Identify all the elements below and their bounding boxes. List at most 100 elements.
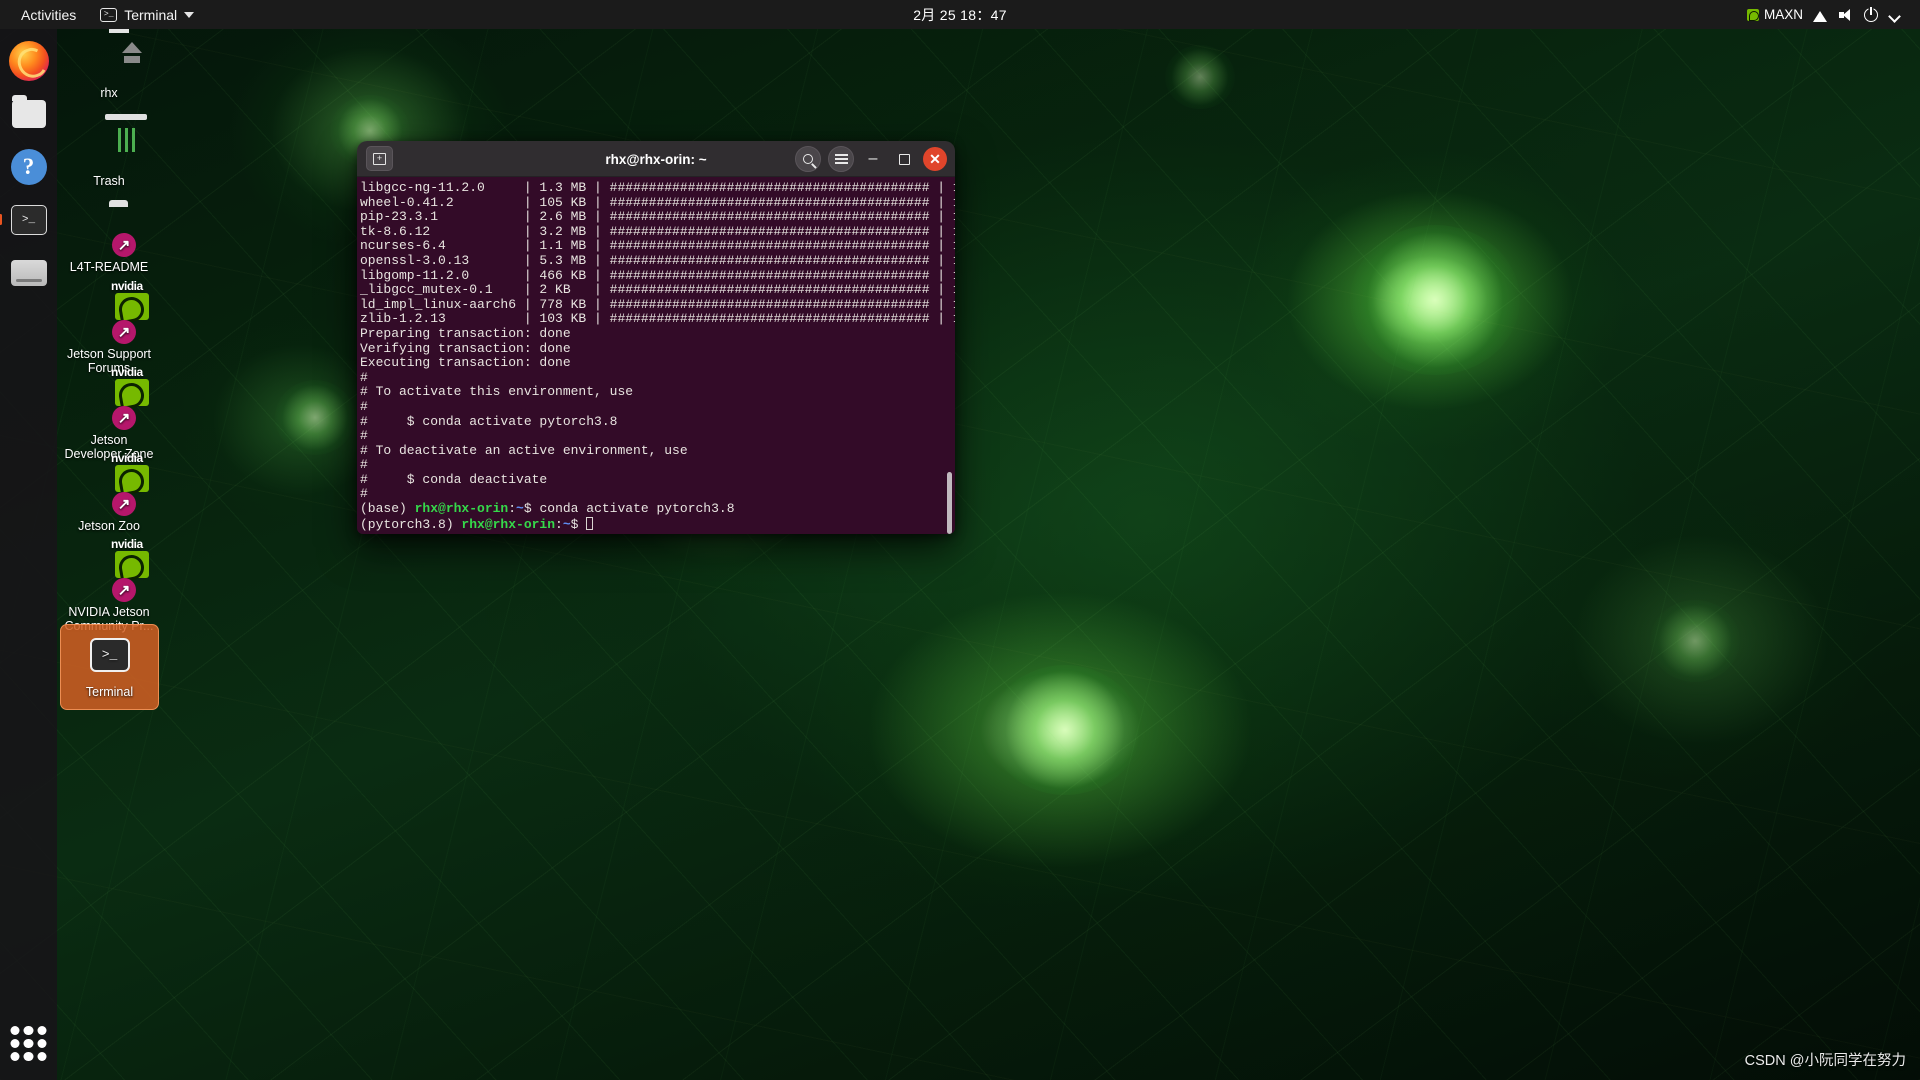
prompt-env: (base) bbox=[360, 501, 415, 517]
desktop-icon-jetson-support-forums[interactable]: nvidia ↗ Jetson Support Forums bbox=[59, 279, 159, 380]
hamburger-menu-icon bbox=[834, 154, 848, 164]
terminal-package-line: tk-8.6.12 | 3.2 MB | ###################… bbox=[360, 223, 955, 239]
terminal-output-line: Executing transaction: done bbox=[360, 355, 571, 371]
terminal-package-line: wheel-0.41.2 | 105 KB | ################… bbox=[360, 194, 955, 210]
desktop-icon-label: Terminal bbox=[85, 685, 134, 699]
terminal-output-line: # To activate this environment, use bbox=[360, 384, 634, 400]
firefox-icon bbox=[8, 40, 49, 81]
external-link-badge-icon: ↗ bbox=[112, 406, 136, 430]
dock-item-help[interactable]: ? bbox=[6, 144, 51, 189]
prompt-env: (pytorch3.8) bbox=[360, 516, 462, 532]
trash-icon bbox=[85, 120, 133, 168]
external-link-badge-icon: ↗ bbox=[112, 578, 136, 602]
terminal-search-button[interactable] bbox=[795, 146, 821, 172]
terminal-title-label: rhx@rhx-orin: ~ bbox=[605, 151, 707, 167]
minimize-icon: ‒ bbox=[868, 150, 878, 167]
desktop-screen: Activities >_ Terminal 2月 25 18：47 MAXN bbox=[0, 0, 1920, 1080]
prompt-dollar: $ bbox=[570, 516, 587, 532]
folder-link-icon: ↗ bbox=[85, 206, 136, 257]
show-applications-button[interactable] bbox=[6, 1021, 51, 1066]
nvidia-link-icon: nvidia ↗ bbox=[85, 365, 149, 430]
external-link-badge-icon: ↗ bbox=[112, 233, 136, 257]
terminal-text-content: libgcc-ng-11.2.0 | 1.3 MB | ############… bbox=[360, 180, 955, 533]
activities-label: Activities bbox=[21, 6, 77, 23]
desktop-icon-label: rhx bbox=[100, 86, 118, 100]
dock-item-files[interactable] bbox=[6, 91, 51, 136]
wallpaper-glow bbox=[1165, 45, 1235, 109]
window-maximize-button[interactable] bbox=[892, 147, 916, 171]
power-mode-indicator[interactable]: MAXN bbox=[1746, 7, 1803, 22]
terminal-icon: >_ bbox=[10, 204, 47, 235]
terminal-output-area[interactable]: libgcc-ng-11.2.0 | 1.3 MB | ############… bbox=[357, 177, 955, 534]
window-minimize-button[interactable]: ‒ bbox=[861, 147, 885, 171]
prompt-colon: : bbox=[508, 501, 517, 517]
terminal-launcher-icon: >_ bbox=[86, 631, 134, 679]
dock-item-terminal[interactable]: >_ bbox=[0, 197, 51, 242]
prompt-dollar: $ bbox=[523, 501, 540, 517]
wallpaper-glow bbox=[1350, 225, 1520, 375]
desktop-icon-l4t-readme[interactable]: ↗ L4T-README bbox=[59, 200, 159, 279]
desktop-icon-jetson-zoo[interactable]: nvidia ↗ Jetson Zoo bbox=[59, 451, 159, 538]
wallpaper-glow bbox=[990, 665, 1140, 795]
app-menu-button[interactable]: >_ Terminal bbox=[91, 4, 203, 26]
grid-icon bbox=[10, 1025, 47, 1062]
desktop-icon-label: Trash bbox=[93, 174, 125, 188]
terminal-titlebar[interactable]: + rhx@rhx-orin: ~ ‒ ✕ bbox=[357, 141, 955, 177]
nvidia-link-icon: nvidia ↗ bbox=[85, 537, 149, 602]
network-icon[interactable] bbox=[1812, 7, 1829, 23]
terminal-package-line: libgcc-ng-11.2.0 | 1.3 MB | ############… bbox=[360, 180, 955, 195]
desktop-icon-trash[interactable]: Trash bbox=[59, 114, 159, 193]
external-link-badge-icon: ↗ bbox=[112, 320, 136, 344]
nvidia-link-icon: nvidia ↗ bbox=[85, 279, 149, 344]
nvidia-link-icon: nvidia ↗ bbox=[85, 451, 149, 516]
terminal-output-line: # bbox=[360, 369, 368, 385]
terminal-package-line: libgomp-11.2.0 | 466 KB | ##############… bbox=[360, 267, 955, 283]
terminal-output-line: Preparing transaction: done bbox=[360, 325, 571, 341]
plus-icon: + bbox=[373, 152, 386, 165]
terminal-output-line: # bbox=[360, 457, 368, 473]
desktop-icon-terminal[interactable]: >_ Terminal bbox=[60, 624, 159, 710]
dock-item-firefox[interactable] bbox=[6, 38, 51, 83]
prompt-path: ~ bbox=[562, 516, 571, 532]
desktop-icon-home[interactable]: rhx bbox=[59, 26, 159, 105]
scrollbar-thumb[interactable] bbox=[947, 472, 952, 534]
terminal-output-line: # bbox=[360, 398, 368, 414]
window-close-button[interactable]: ✕ bbox=[923, 147, 947, 171]
desktop-icon-label: Jetson Zoo bbox=[78, 519, 140, 533]
volume-icon[interactable] bbox=[1838, 7, 1855, 23]
top-bar: Activities >_ Terminal 2月 25 18：47 MAXN bbox=[0, 0, 1920, 29]
terminal-package-line: zlib-1.2.13 | 103 KB | #################… bbox=[360, 311, 955, 327]
terminal-output-line: # To deactivate an active environment, u… bbox=[360, 442, 688, 458]
terminal-package-line: _libgcc_mutex-0.1 | 2 KB | #############… bbox=[360, 282, 955, 298]
terminal-package-line: ld_impl_linux-aarch6 | 778 KB | ########… bbox=[360, 296, 955, 312]
prompt-user-host: rhx@rhx-orin bbox=[461, 516, 556, 532]
power-icon[interactable] bbox=[1864, 7, 1878, 22]
terminal-menu-button[interactable] bbox=[828, 146, 854, 172]
activities-button[interactable]: Activities bbox=[12, 4, 85, 26]
app-menu-label: Terminal bbox=[124, 6, 178, 23]
terminal-output-line: # $ conda activate pytorch3.8 bbox=[360, 413, 618, 429]
files-icon bbox=[11, 94, 46, 128]
dock-item-hardware[interactable] bbox=[6, 250, 51, 295]
terminal-package-line: openssl-3.0.13 | 5.3 MB | ##############… bbox=[360, 252, 955, 268]
terminal-output-line: # bbox=[360, 428, 368, 444]
system-status-area[interactable]: MAXN bbox=[1741, 0, 1910, 29]
desktop-icon-jetson-developer-zone[interactable]: nvidia ↗ Jetson Developer Zone bbox=[59, 365, 159, 466]
help-icon: ? bbox=[10, 148, 47, 185]
chevron-down-icon bbox=[184, 11, 195, 18]
hardware-icon bbox=[10, 259, 47, 286]
terminal-cursor bbox=[586, 516, 594, 530]
close-icon: ✕ bbox=[923, 147, 947, 171]
terminal-prompt-line: (pytorch3.8) rhx@rhx-orin:~$ bbox=[360, 516, 955, 533]
desktop-wallpaper bbox=[0, 0, 1920, 1080]
terminal-scrollbar[interactable] bbox=[946, 177, 953, 534]
chevron-down-icon[interactable] bbox=[1887, 7, 1904, 23]
search-icon bbox=[803, 154, 813, 164]
clock-button[interactable]: 2月 25 18：47 bbox=[913, 0, 1007, 29]
new-tab-button[interactable]: + bbox=[366, 146, 393, 171]
home-folder-icon bbox=[85, 32, 133, 80]
terminal-package-line: pip-23.3.1 | 2.6 MB | ##################… bbox=[360, 209, 955, 225]
terminal-output-line: Verifying transaction: done bbox=[360, 340, 571, 356]
maximize-icon bbox=[898, 153, 910, 165]
prompt-command: conda activate pytorch3.8 bbox=[539, 501, 735, 517]
